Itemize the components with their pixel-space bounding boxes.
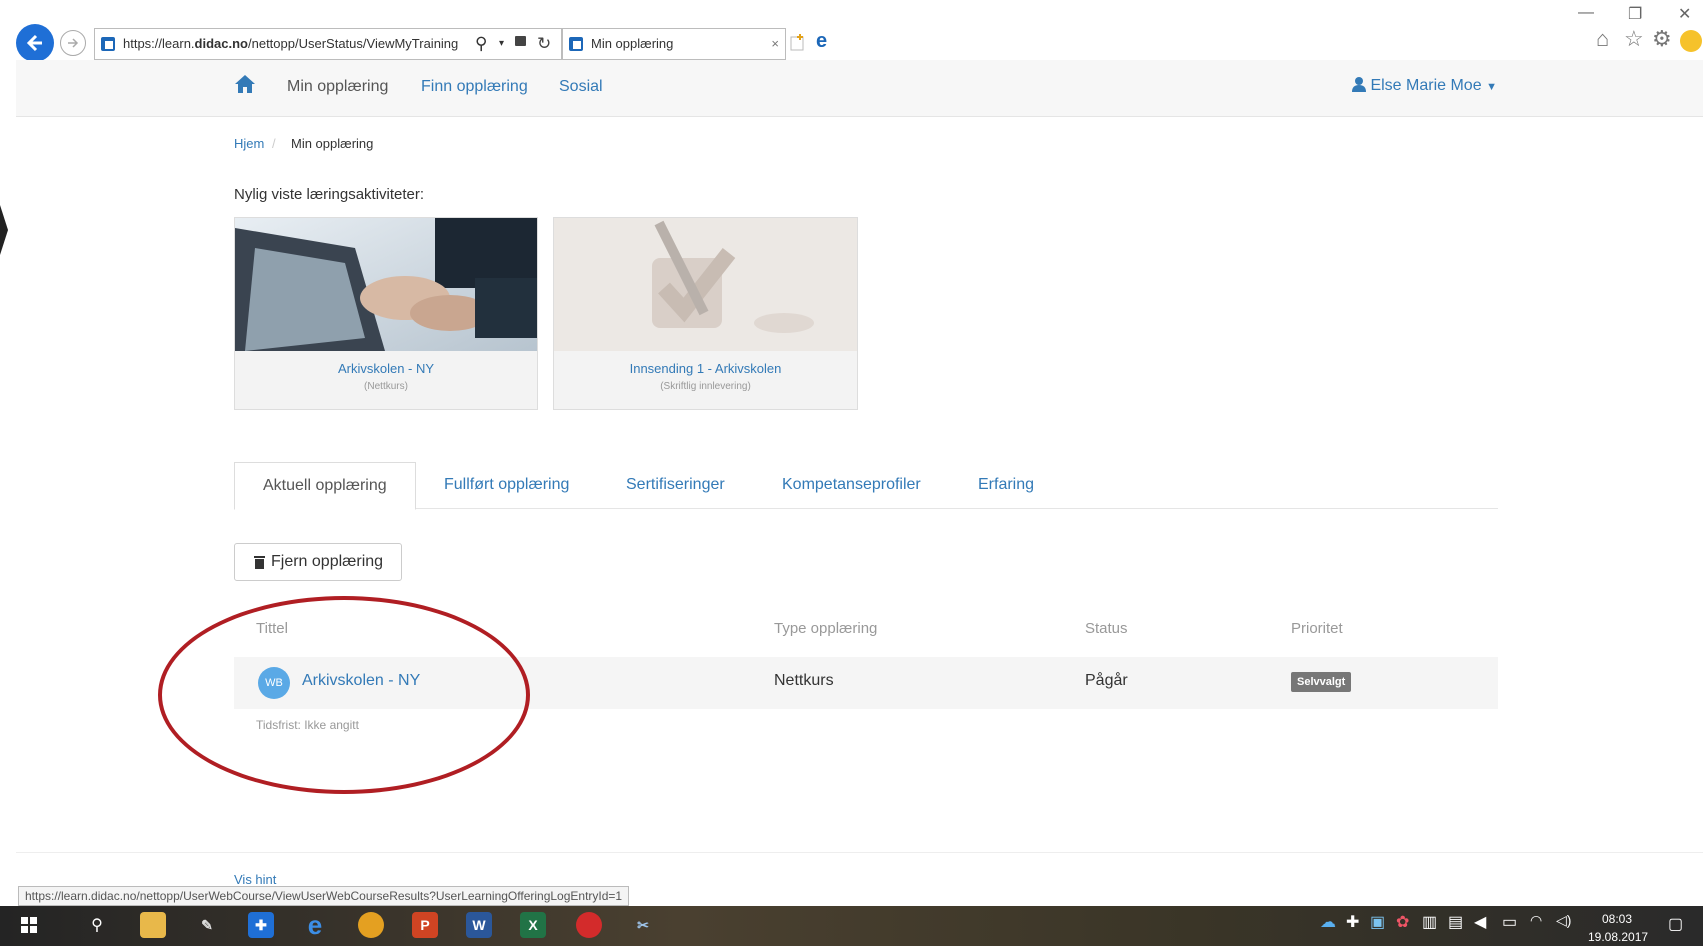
laptop-typing-image bbox=[235, 218, 537, 351]
network-app-icon[interactable]: ▣ bbox=[1370, 912, 1385, 932]
url-path: /nettopp/UserStatus/ViewMyTraining bbox=[248, 36, 459, 51]
clock-date[interactable]: 19.08.2017 bbox=[1588, 930, 1648, 944]
url-prefix: https://learn. bbox=[123, 36, 195, 51]
display-tray-icon[interactable]: ▤ bbox=[1448, 912, 1463, 932]
nav-sosial[interactable]: Sosial bbox=[559, 78, 603, 96]
new-tab-button[interactable] bbox=[786, 30, 808, 56]
breadcrumb-home[interactable]: Hjem bbox=[234, 136, 264, 151]
windows-start-icon[interactable] bbox=[16, 912, 42, 938]
internet-explorer-icon[interactable]: e bbox=[302, 910, 328, 940]
recent-card[interactable]: Innsending 1 - Arkivskolen (Skriftlig in… bbox=[553, 217, 858, 410]
refresh-icon[interactable]: ↻ bbox=[537, 29, 551, 59]
tab-sertifiseringer[interactable]: Sertifiseringer bbox=[626, 462, 725, 508]
user-menu[interactable]: Else Marie Moe ▼ bbox=[1352, 77, 1497, 95]
recent-activities-title: Nylig viste læringsaktiviteter: bbox=[234, 186, 425, 203]
back-button[interactable] bbox=[16, 24, 54, 62]
settings-gear-icon[interactable]: ⚙ bbox=[1652, 26, 1672, 52]
tab-kompetanseprofiler[interactable]: Kompetanseprofiler bbox=[782, 462, 921, 508]
wifi-icon[interactable]: ◠ bbox=[1530, 912, 1542, 929]
course-type: Nettkurs bbox=[774, 672, 834, 689]
minimize-icon[interactable]: — bbox=[1578, 4, 1594, 22]
excel-icon[interactable]: X bbox=[520, 912, 546, 938]
home-icon[interactable] bbox=[234, 74, 256, 99]
clock-time[interactable]: 08:03 bbox=[1602, 912, 1632, 926]
search-icon[interactable]: ⚲ bbox=[475, 29, 487, 59]
new-tab-icon bbox=[790, 34, 804, 51]
chrome-icon[interactable] bbox=[358, 912, 384, 938]
site-favicon-icon bbox=[101, 37, 115, 51]
column-header-priority: Prioritet bbox=[1291, 620, 1343, 637]
favorites-star-icon[interactable]: ☆ bbox=[1624, 26, 1644, 52]
caret-down-icon: ▼ bbox=[1486, 81, 1497, 93]
trash-icon bbox=[254, 555, 265, 569]
lock-icon[interactable] bbox=[515, 36, 526, 46]
paint-tool-icon[interactable]: ✎ bbox=[194, 912, 220, 938]
nav-min-opplaering[interactable]: Min opplæring bbox=[287, 78, 388, 96]
tab-fullfort-opplaering[interactable]: Fullført opplæring bbox=[444, 462, 569, 508]
restore-icon[interactable]: ❐ bbox=[1628, 4, 1642, 24]
close-window-icon[interactable]: ✕ bbox=[1678, 4, 1691, 24]
status-bar-url: https://learn.didac.no/nettopp/UserWebCo… bbox=[18, 886, 630, 906]
tab-title: Min opplæring bbox=[591, 36, 674, 51]
forward-button[interactable] bbox=[60, 30, 86, 56]
nav-finn-opplaering[interactable]: Finn opplæring bbox=[421, 78, 528, 96]
url-domain: didac.no bbox=[194, 36, 248, 51]
user-icon bbox=[1352, 77, 1366, 92]
writing-hand-image bbox=[554, 218, 857, 351]
taskbar-search-icon[interactable]: ⚲ bbox=[84, 912, 110, 938]
recent-card-title[interactable]: Innsending 1 - Arkivskolen bbox=[554, 361, 857, 376]
forward-arrow-icon bbox=[68, 38, 79, 48]
show-hint-link[interactable]: Vis hint bbox=[234, 872, 276, 887]
recent-card[interactable]: Arkivskolen - NY (Nettkurs) bbox=[234, 217, 538, 410]
volume-icon[interactable]: ◁) bbox=[1556, 912, 1571, 929]
dropdown-icon[interactable]: ▾ bbox=[499, 29, 504, 59]
powerpoint-icon[interactable]: P bbox=[412, 912, 438, 938]
file-explorer-icon[interactable] bbox=[140, 912, 166, 938]
word-icon[interactable]: W bbox=[466, 912, 492, 938]
footer-divider bbox=[16, 852, 1703, 853]
home-browser-icon[interactable]: ⌂ bbox=[1596, 26, 1609, 52]
recent-card-title[interactable]: Arkivskolen - NY bbox=[235, 361, 537, 376]
side-arrow-icon bbox=[0, 205, 8, 255]
gift-tray-icon[interactable]: ▥ bbox=[1422, 912, 1437, 932]
smiley-feedback-icon[interactable] bbox=[1680, 30, 1702, 52]
back-arrow-icon bbox=[26, 34, 42, 52]
battery-icon[interactable]: ▭ bbox=[1502, 912, 1517, 932]
recent-card-subtitle: (Skriftlig innlevering) bbox=[660, 381, 751, 392]
remove-training-button[interactable]: Fjern opplæring bbox=[234, 543, 402, 581]
tabs-divider bbox=[234, 508, 1498, 509]
course-status: Pågår bbox=[1085, 672, 1128, 689]
tab-aktuell-opplaering[interactable]: Aktuell opplæring bbox=[234, 462, 416, 510]
recent-card-subtitle: (Nettkurs) bbox=[364, 381, 408, 392]
breadcrumb-separator: / bbox=[272, 136, 276, 151]
arrow-tray-icon[interactable]: ◀ bbox=[1474, 912, 1486, 932]
tab-favicon-icon bbox=[569, 37, 583, 51]
creative-cloud-icon[interactable] bbox=[576, 912, 602, 938]
tab-erfaring[interactable]: Erfaring bbox=[978, 462, 1034, 508]
snipping-tool-icon[interactable]: ✂ bbox=[630, 912, 656, 938]
security-tray-icon[interactable]: ✚ bbox=[1346, 912, 1359, 932]
remove-training-label: Fjern opplæring bbox=[271, 553, 384, 570]
annotation-circle bbox=[158, 596, 530, 794]
browser-tab[interactable]: Min opplæring × bbox=[562, 28, 786, 60]
priority-badge: Selvvalgt bbox=[1291, 672, 1352, 692]
column-header-type: Type opplæring bbox=[774, 620, 878, 637]
notification-center-icon[interactable]: ▢ bbox=[1668, 914, 1683, 934]
column-header-status: Status bbox=[1085, 620, 1128, 637]
shield-app-icon[interactable]: ✚ bbox=[248, 912, 274, 938]
onedrive-icon[interactable]: ☁ bbox=[1320, 912, 1336, 932]
breadcrumb-current: Min opplæring bbox=[291, 136, 374, 151]
user-name: Else Marie Moe bbox=[1370, 77, 1482, 94]
edge-icon[interactable]: e bbox=[816, 30, 840, 56]
app-tray-icon[interactable]: ✿ bbox=[1396, 912, 1409, 932]
address-bar[interactable]: https://learn.didac.no/nettopp/UserStatu… bbox=[94, 28, 562, 60]
close-tab-icon[interactable]: × bbox=[771, 29, 779, 59]
